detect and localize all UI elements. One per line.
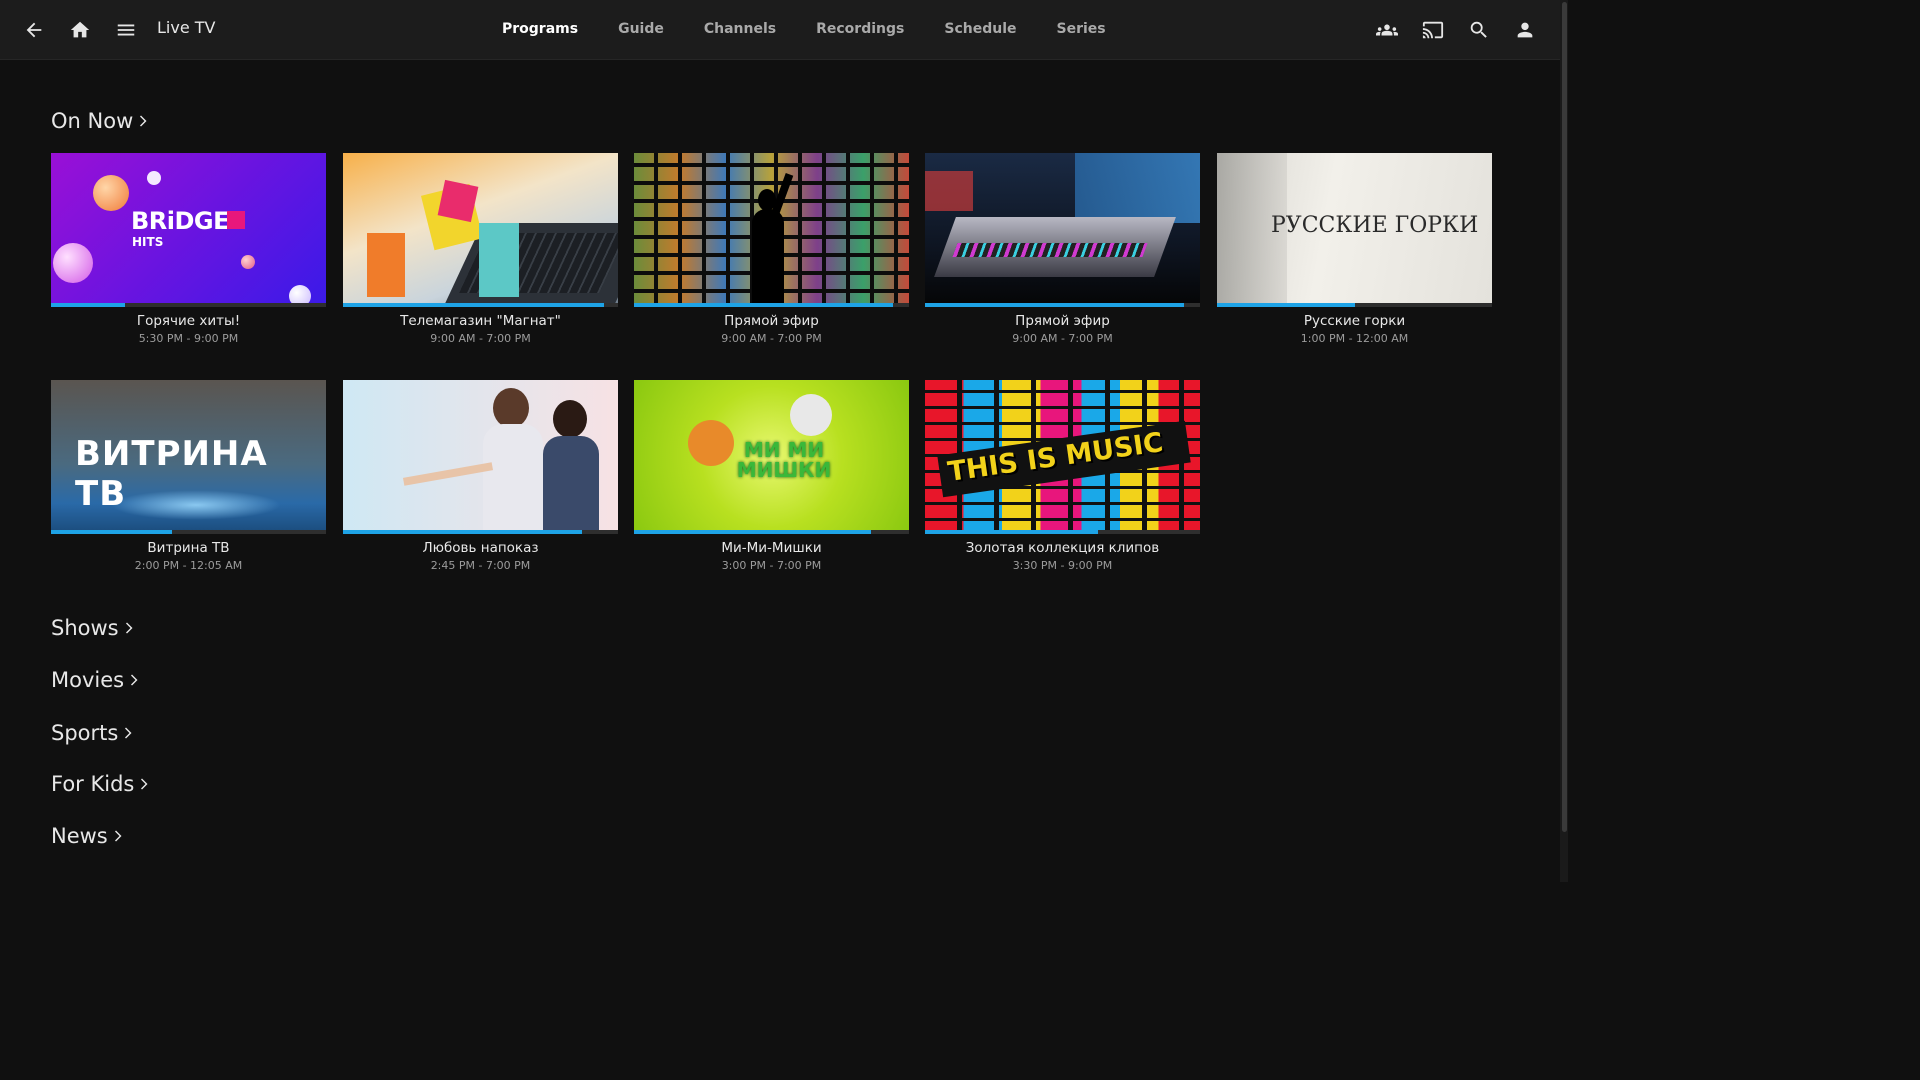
program-time: 1:00 PM - 12:00 AM (1300, 332, 1409, 345)
section-heading-label: Sports (51, 721, 119, 745)
chevron-right-icon (139, 115, 149, 127)
program-thumbnail: РУССКИЕ ГОРКИ (1217, 153, 1492, 307)
section-heading-label: Shows (51, 616, 119, 640)
progress-fill (51, 303, 126, 307)
section-heading-label: News (51, 824, 108, 848)
show-logo-text: РУССКИЕ ГОРКИ (1271, 213, 1479, 238)
progress-fill (925, 303, 1184, 307)
program-time: 3:30 PM - 9:00 PM (1012, 559, 1113, 572)
program-card[interactable]: Телемагазин "Магнат" 9:00 AM - 7:00 PM (343, 153, 618, 345)
section-heading-news[interactable]: News (51, 824, 124, 848)
chevron-right-icon (125, 622, 135, 634)
progress-bar (634, 303, 909, 307)
program-time: 2:45 PM - 7:00 PM (430, 559, 531, 572)
program-time: 9:00 AM - 7:00 PM (1012, 332, 1113, 345)
progress-fill (1217, 303, 1355, 307)
progress-bar (343, 303, 618, 307)
program-card[interactable]: Прямой эфир 9:00 AM - 7:00 PM (634, 153, 909, 345)
progress-bar (925, 530, 1200, 534)
back-arrow-icon[interactable] (18, 14, 50, 46)
channel-logo-text: BRiDGE (131, 207, 230, 235)
program-title: Горячие хиты! (136, 313, 241, 329)
program-title: Ми-Ми-Мишки (721, 540, 822, 556)
section-heading-shows[interactable]: Shows (51, 616, 135, 640)
search-icon[interactable] (1463, 14, 1495, 46)
program-thumbnail: ВИТРИНА ТВ (51, 380, 326, 534)
progress-fill (343, 303, 605, 307)
program-time: 9:00 AM - 7:00 PM (430, 332, 531, 345)
show-logo-text: МИ МИ МИШКИ (736, 438, 832, 482)
program-thumbnail (925, 153, 1200, 307)
chevron-right-icon (114, 830, 124, 842)
program-thumbnail (343, 380, 618, 534)
progress-fill (925, 530, 1099, 534)
progress-fill (634, 303, 893, 307)
tab-guide[interactable]: Guide (598, 0, 684, 59)
show-logo-text: ВИТРИНА ТВ (75, 434, 268, 514)
progress-bar (925, 303, 1200, 307)
chevron-right-icon (140, 778, 150, 790)
section-heading-for-kids[interactable]: For Kids (51, 772, 150, 796)
program-card[interactable]: Прямой эфир 9:00 AM - 7:00 PM (925, 153, 1200, 345)
progress-fill (343, 530, 583, 534)
section-heading-on-now[interactable]: On Now (51, 109, 149, 133)
top-app-bar: Live TV Programs Guide Channels Recordin… (0, 0, 1560, 60)
hamburger-menu-icon[interactable] (110, 14, 142, 46)
program-card[interactable]: THIS IS MUSIC Золотая коллекция клипов 3… (925, 380, 1200, 572)
progress-bar (51, 303, 326, 307)
program-thumbnail: BRiDGE HITS (51, 153, 326, 307)
section-heading-sports[interactable]: Sports (51, 721, 134, 745)
section-heading-label: For Kids (51, 772, 135, 796)
section-heading-label: On Now (51, 109, 134, 133)
users-icon[interactable] (1371, 14, 1403, 46)
program-time: 2:00 PM - 12:05 AM (134, 559, 243, 572)
program-time: 3:00 PM - 7:00 PM (721, 559, 822, 572)
tab-series[interactable]: Series (1037, 0, 1126, 59)
progress-bar (343, 530, 618, 534)
program-title: Любовь напоказ (422, 540, 539, 556)
tab-programs[interactable]: Programs (482, 0, 598, 59)
chevron-right-icon (124, 727, 134, 739)
program-thumbnail (634, 153, 909, 307)
cast-icon[interactable] (1417, 14, 1449, 46)
program-title: Прямой эфир (724, 313, 819, 329)
page-title: Live TV (157, 18, 216, 37)
program-card[interactable]: Любовь напоказ 2:45 PM - 7:00 PM (343, 380, 618, 572)
home-icon[interactable] (64, 14, 96, 46)
program-card[interactable]: МИ МИ МИШКИ Ми-Ми-Мишки 3:00 PM - 7:00 P… (634, 380, 909, 572)
program-card[interactable]: РУССКИЕ ГОРКИ Русские горки 1:00 PM - 12… (1217, 153, 1492, 345)
program-card[interactable]: ВИТРИНА ТВ Витрина ТВ 2:00 PM - 12:05 AM (51, 380, 326, 572)
program-title: Золотая коллекция клипов (965, 540, 1160, 556)
program-thumbnail: МИ МИ МИШКИ (634, 380, 909, 534)
program-title: Русские горки (1303, 313, 1406, 329)
section-heading-movies[interactable]: Movies (51, 668, 140, 692)
progress-bar (51, 530, 326, 534)
channel-logo-subtext: HITS (132, 235, 164, 249)
program-title: Прямой эфир (1015, 313, 1110, 329)
program-time: 5:30 PM - 9:00 PM (138, 332, 239, 345)
progress-fill (634, 530, 871, 534)
chevron-right-icon (130, 674, 140, 686)
progress-bar (634, 530, 909, 534)
program-card[interactable]: BRiDGE HITS Горячие хиты! 5:30 PM - 9:00… (51, 153, 326, 345)
tab-bar: Programs Guide Channels Recordings Sched… (482, 0, 1126, 59)
program-title: Телемагазин "Магнат" (400, 313, 561, 329)
program-thumbnail: THIS IS MUSIC (925, 380, 1200, 534)
program-title: Витрина ТВ (147, 540, 230, 556)
tab-channels[interactable]: Channels (684, 0, 796, 59)
progress-fill (51, 530, 172, 534)
scrollbar-thumb[interactable] (1562, 2, 1567, 832)
program-time: 9:00 AM - 7:00 PM (721, 332, 822, 345)
tab-recordings[interactable]: Recordings (796, 0, 924, 59)
scrollbar[interactable] (1560, 0, 1568, 882)
program-thumbnail (343, 153, 618, 307)
progress-bar (1217, 303, 1492, 307)
tab-schedule[interactable]: Schedule (924, 0, 1036, 59)
section-heading-label: Movies (51, 668, 125, 692)
user-account-icon[interactable] (1509, 14, 1541, 46)
